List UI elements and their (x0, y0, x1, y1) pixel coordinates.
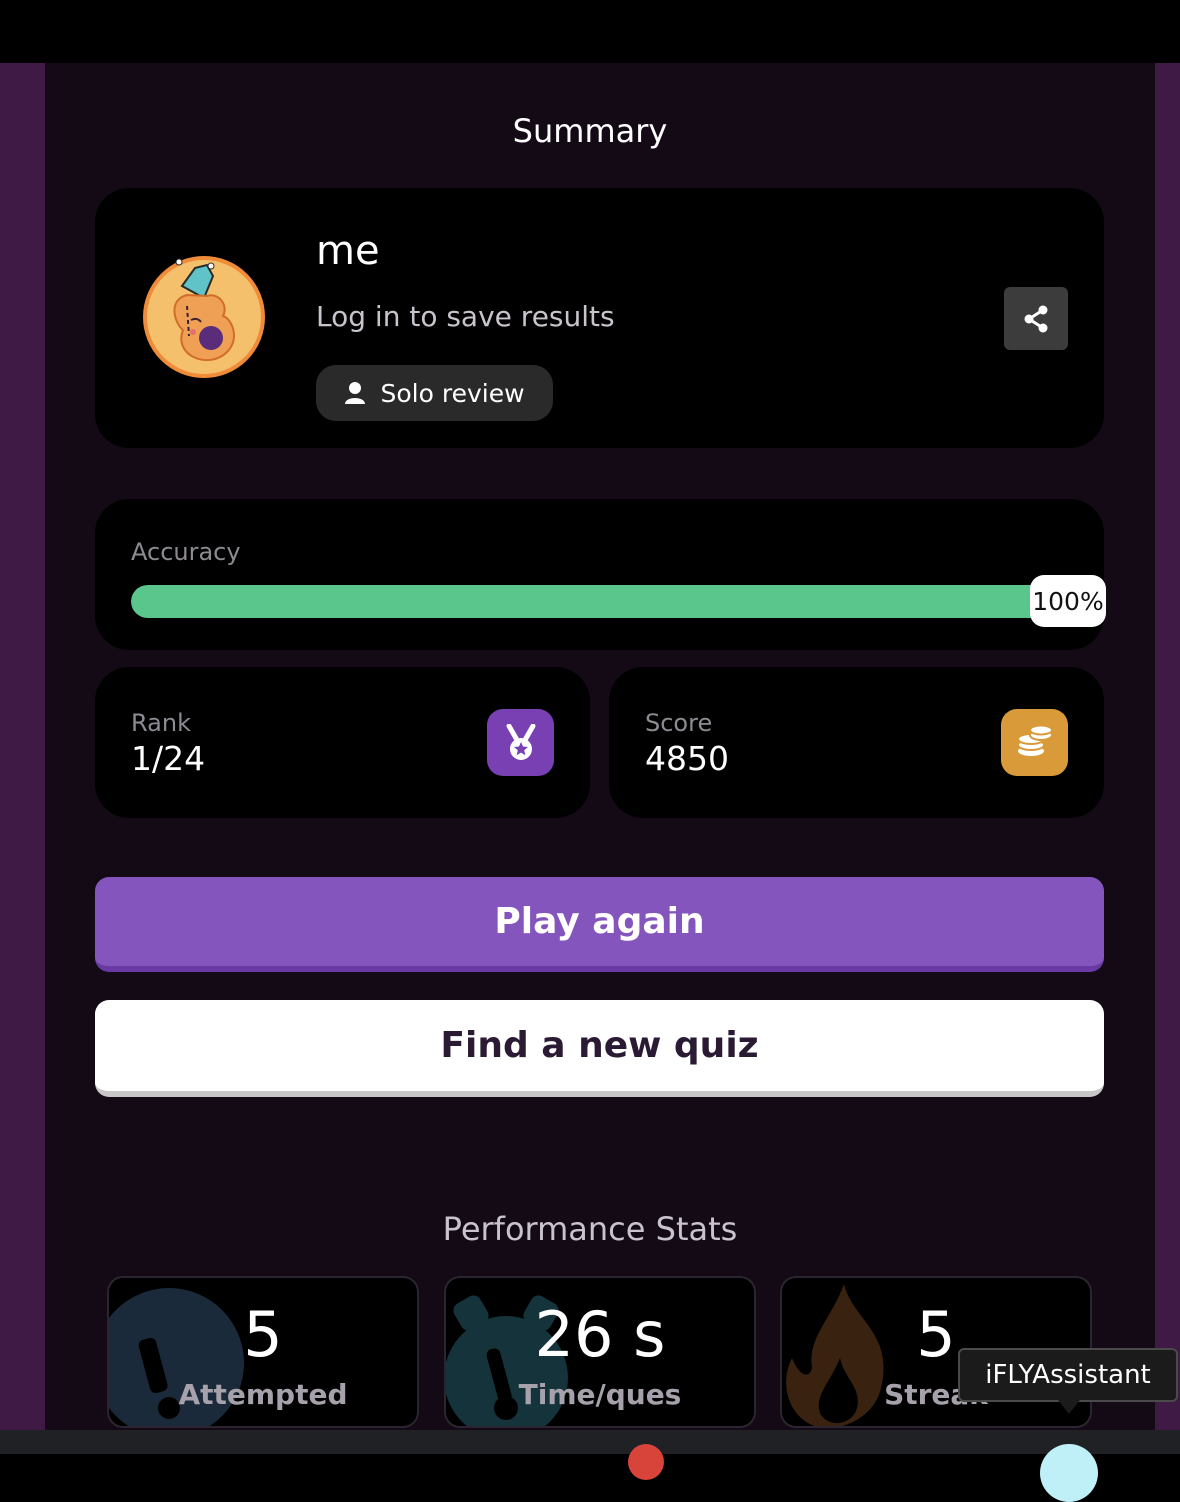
find-new-quiz-button[interactable]: Find a new quiz (95, 1000, 1104, 1097)
assistant-launcher-icon[interactable] (1040, 1444, 1098, 1502)
coins-badge (1001, 709, 1068, 776)
medal-icon (506, 723, 535, 760)
rank-value: 1/24 (131, 739, 206, 778)
time-per-question-value: 26 s (534, 1298, 666, 1371)
profile-card: me Log in to save results Solo review (95, 188, 1104, 448)
accuracy-progress-fill (131, 585, 1068, 618)
medal-badge (487, 709, 554, 776)
accuracy-card: Accuracy 100% (95, 499, 1106, 650)
score-value: 4850 (645, 739, 729, 778)
accuracy-percent: 100% (1030, 575, 1106, 627)
coins-icon (1016, 724, 1053, 756)
accuracy-progress-track (131, 585, 1068, 618)
taskbar-red-icon[interactable] (628, 1444, 664, 1480)
score-card: Score 4850 (609, 667, 1104, 818)
browser-top-bar (0, 0, 1180, 63)
performance-stats-title: Performance Stats (442, 1210, 738, 1248)
accuracy-label: Accuracy (131, 538, 241, 566)
solo-review-label: Solo review (380, 378, 525, 408)
share-button[interactable] (1004, 287, 1068, 350)
rank-card: Rank 1/24 (95, 667, 590, 818)
play-again-button[interactable]: Play again (95, 877, 1104, 972)
score-label: Score (645, 709, 713, 737)
attempted-value: 5 (243, 1298, 283, 1371)
user-icon (345, 382, 366, 404)
share-icon (1024, 305, 1048, 332)
login-prompt[interactable]: Log in to save results (316, 300, 615, 333)
page-title: Summary (512, 112, 668, 150)
guitar-avatar-icon (173, 258, 235, 362)
avatar (143, 256, 265, 378)
time-per-question-stat-card: 26 s Time/ques (444, 1276, 756, 1428)
time-per-question-label: Time/ques (518, 1378, 682, 1411)
attempted-label: Attempted (178, 1378, 348, 1411)
taskbar-strip (0, 1430, 1180, 1454)
rank-label: Rank (131, 709, 191, 737)
iflyassistant-tooltip: iFLYAssistant (958, 1348, 1178, 1402)
tooltip-tail (1058, 1400, 1080, 1414)
solo-review-badge: Solo review (316, 365, 553, 421)
attempted-stat-card: 5 Attempted (107, 1276, 419, 1428)
username: me (316, 228, 380, 274)
